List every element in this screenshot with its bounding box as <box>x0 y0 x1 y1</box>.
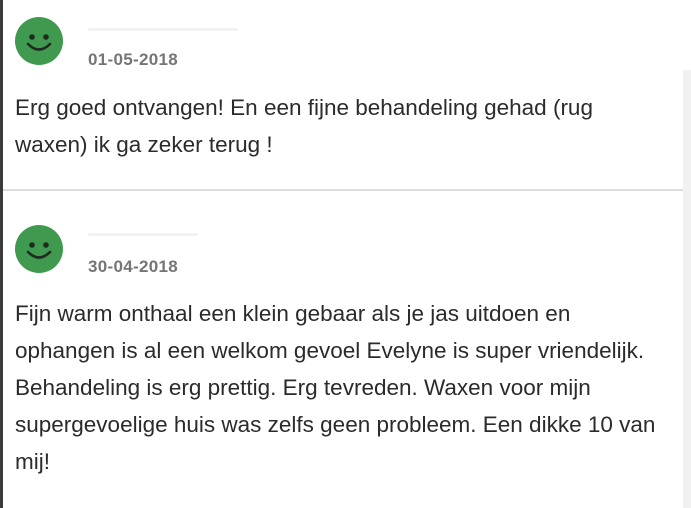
reviews-page: 01-05-2018 Erg goed ontvangen! En een fi… <box>0 0 691 508</box>
hidden-reviewer-name <box>88 233 198 236</box>
scrollbar-track[interactable] <box>683 70 691 508</box>
review-date: 30-04-2018 <box>88 257 178 276</box>
smiley-face-icon <box>15 225 63 273</box>
review-text: Erg goed ontvangen! En een fijne behande… <box>15 95 593 157</box>
hidden-reviewer-name <box>88 28 238 31</box>
review-date: 01-05-2018 <box>88 50 178 69</box>
review-card: 30-04-2018 Fijn warm onthaal een klein g… <box>3 191 683 508</box>
smiley-face-icon <box>15 17 63 65</box>
review-card: 01-05-2018 Erg goed ontvangen! En een fi… <box>3 0 683 190</box>
review-text: Fijn warm onthaal een klein gebaar als j… <box>15 301 656 474</box>
